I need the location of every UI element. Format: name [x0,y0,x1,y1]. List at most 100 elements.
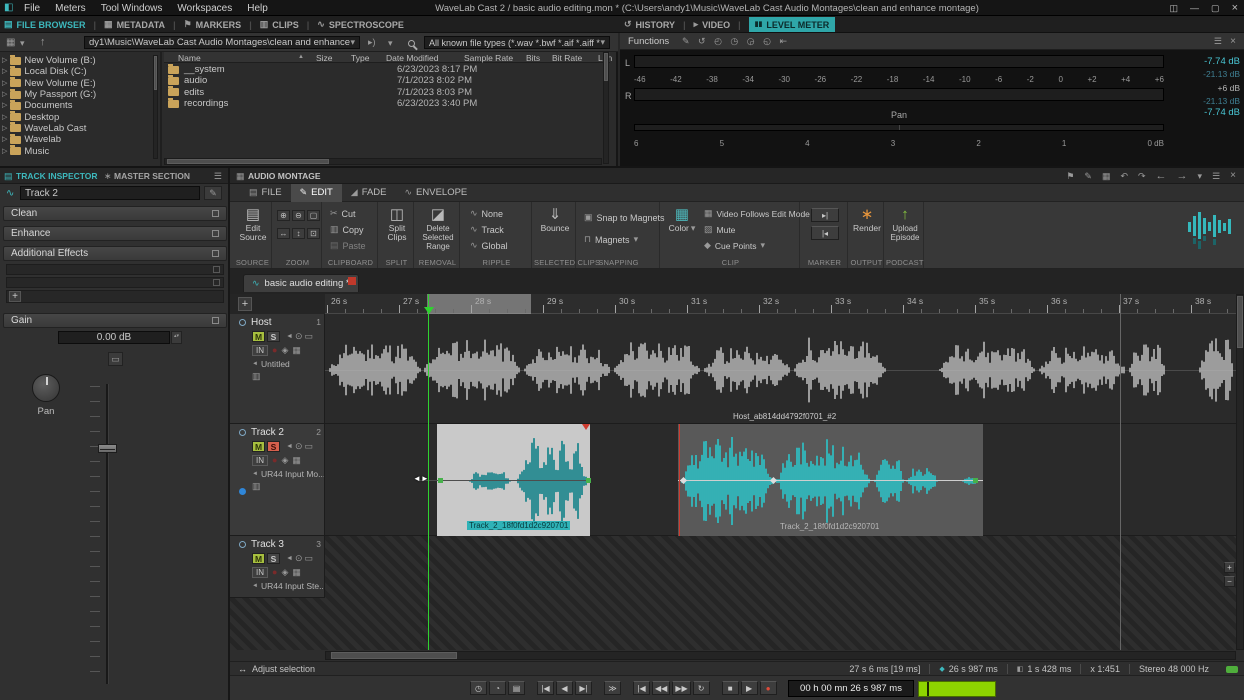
inspector-menu-icon[interactable]: ☰ [214,172,222,181]
bypass-icon[interactable] [212,250,219,257]
col-name[interactable]: Name [178,53,201,63]
preroll-clock-button[interactable]: ◷ [470,681,487,695]
display-icon[interactable]: ▭ [304,332,313,341]
path-input[interactable]: dy1\Music\WaveLab Cast Audio Montages\cl… [84,36,360,49]
undo-icon[interactable]: ↶ [1120,172,1128,181]
grid-icon[interactable]: ▦ [292,346,301,355]
host-clip-label[interactable]: Host_ab814dd4792f0701_#2 [733,412,836,421]
split-clips-button[interactable]: ◫Split Clips [380,207,414,243]
gain-spinner[interactable]: ▴▾ [171,331,182,344]
tab-file[interactable]: ▤FILE [240,184,291,202]
zoom-in-button[interactable]: ⊕ [277,210,290,221]
volume-fader-handle[interactable] [98,444,117,453]
pencil-icon[interactable]: ✎ [1084,172,1092,181]
tree-item[interactable]: ▷Local Disk (C:) [2,66,150,77]
tab-level-meter[interactable]: ▮▮LEVEL METER [749,17,836,32]
monitor-icon[interactable]: ⊙ [295,442,303,451]
file-row[interactable]: __system6/23/2023 8:17 PM [164,64,604,75]
tree-item[interactable]: ▷Music [2,145,150,156]
expand-arrow-icon[interactable]: ▷ [2,148,7,155]
file-row[interactable]: audio7/1/2023 8:02 PM [164,75,604,86]
track-name[interactable]: Track 3 [251,539,284,550]
panel-menu-icon[interactable]: ☰ [1212,172,1220,181]
display-icon[interactable]: ▭ [304,554,313,563]
grid-icon[interactable]: ▦ [292,456,301,465]
panel-close-icon[interactable]: × [1230,171,1236,181]
zoom-selection-button[interactable]: ▢ [307,210,320,221]
col-type[interactable]: Type [351,53,369,63]
metronome-button[interactable]: ◔ [489,681,506,695]
status-zoom-ratio[interactable]: x 1:451 [1080,664,1129,674]
rewind-button[interactable]: ◀◀ [652,681,670,695]
tree-item[interactable]: ▷New Volume (E:) [2,78,150,89]
gain-section-header[interactable]: Gain [3,313,227,328]
parent-folder-button[interactable]: ↑ [40,37,46,48]
input-button[interactable]: IN [252,455,268,466]
tab-clips[interactable]: ▥CLIPS [260,20,299,30]
maximize-button[interactable]: ▢ [1211,3,1220,14]
envelope-node[interactable] [438,478,443,483]
file-row[interactable]: recordings6/23/2023 3:40 PM [164,98,604,109]
solo-button[interactable]: S [267,331,280,342]
tab-spectroscope[interactable]: ∿SPECTROSCOPE [317,20,404,30]
flag-icon[interactable]: ⚑ [1066,172,1074,181]
upload-episode-button[interactable]: ↑Upload Episode [887,207,923,242]
expand-arrow-icon[interactable]: ▷ [2,114,7,121]
spin-down-icon[interactable]: ▾ [177,333,180,339]
tab-metadata[interactable]: ▦METADATA [104,20,165,30]
expand-arrow-icon[interactable]: ▷ [2,91,7,98]
envelope-line-clip1[interactable] [420,480,590,481]
record-arm-icon[interactable]: ● [272,456,277,465]
dropdown-icon[interactable]: ▾ [1198,172,1203,181]
cue-points-dropdown[interactable]: ◆Cue Points▾ [704,238,765,253]
meter-tool-icons[interactable]: ✎ ↺ ◴ ◷ ◶ ◵ ⇤ [682,37,790,46]
track2-header[interactable]: 2 Track 2 M S ◄ ⊙ ▭ IN ● ◈ ▦ ◄UR44 Input… [230,424,325,536]
ripple-track-button[interactable]: ∿Track [470,222,504,237]
vertical-zoom-in-button[interactable]: + [1224,562,1235,573]
col-bit-rate[interactable]: Bit Rate [552,53,582,63]
cut-button[interactable]: ✂Cut [330,206,356,221]
col-size[interactable]: Size [316,53,333,63]
record-arm-icon[interactable]: ● [272,568,277,577]
effect-slot[interactable] [6,264,224,275]
ripple-none-button[interactable]: ∿None [470,206,503,221]
edit-cursor-line[interactable] [428,294,429,650]
sort-asc-icon[interactable]: ▲ [298,54,304,60]
expand-arrow-icon[interactable]: ▷ [2,80,7,87]
tree-item[interactable]: ▷Desktop [2,111,150,122]
ripple-global-button[interactable]: ∿Global [470,238,508,253]
monitor-icon[interactable]: ⊙ [295,554,303,563]
track-focus-ring[interactable] [239,319,246,326]
additional-effects-header[interactable]: Additional Effects [3,246,227,261]
transport-options-button[interactable]: ▤ [508,681,525,695]
tab-master-section[interactable]: MASTER SECTION [114,171,190,181]
file-row[interactable]: edits7/1/2023 8:03 PM [164,87,604,98]
track2-clip2-label[interactable]: Track_2_18f0fd1d2c920701 [780,522,879,531]
mute-button[interactable]: M [252,331,265,342]
clip-red-marker[interactable] [582,424,590,430]
path-dropdown-icon[interactable]: ▾ [350,38,355,47]
nav-forward-icon[interactable]: → [1177,171,1188,182]
snap-to-magnets-toggle[interactable]: ▣Snap to Magnets [584,210,665,225]
copy-button[interactable]: ▥Copy [330,222,364,237]
play-button[interactable]: ▶ [741,681,758,695]
expand-arrow-icon[interactable]: ▷ [2,136,7,143]
host-waveform[interactable] [325,314,1236,424]
tab-fade[interactable]: ◢FADE [342,184,396,202]
expand-arrow-icon[interactable]: ▷ [2,102,7,109]
expand-arrow-icon[interactable]: ▷ [2,57,7,64]
panel-menu-icon[interactable]: ☰ [1214,37,1222,46]
delete-selected-range-button[interactable]: ◪Delete Selected Range [417,207,459,251]
functions-menu[interactable]: Functions [628,36,669,47]
montage-vscrollbar[interactable] [1236,294,1244,650]
speaker-icon[interactable]: ◄ [286,443,293,450]
expand-arrow-icon[interactable]: ▷ [2,68,7,75]
input-button[interactable]: IN [252,567,268,578]
status-audio-format[interactable]: Stereo 48 000 Hz [1129,664,1218,674]
tab-markers[interactable]: ⚑MARKERS [184,20,242,30]
bypass-icon[interactable] [212,317,219,324]
status-selection-length[interactable]: ◧1 s 428 ms [1007,664,1081,674]
tab-envelope[interactable]: ∿ENVELOPE [396,184,477,202]
col-bits[interactable]: Bits [526,53,540,63]
zoom-horizontal-button[interactable]: ↔ [277,228,290,239]
